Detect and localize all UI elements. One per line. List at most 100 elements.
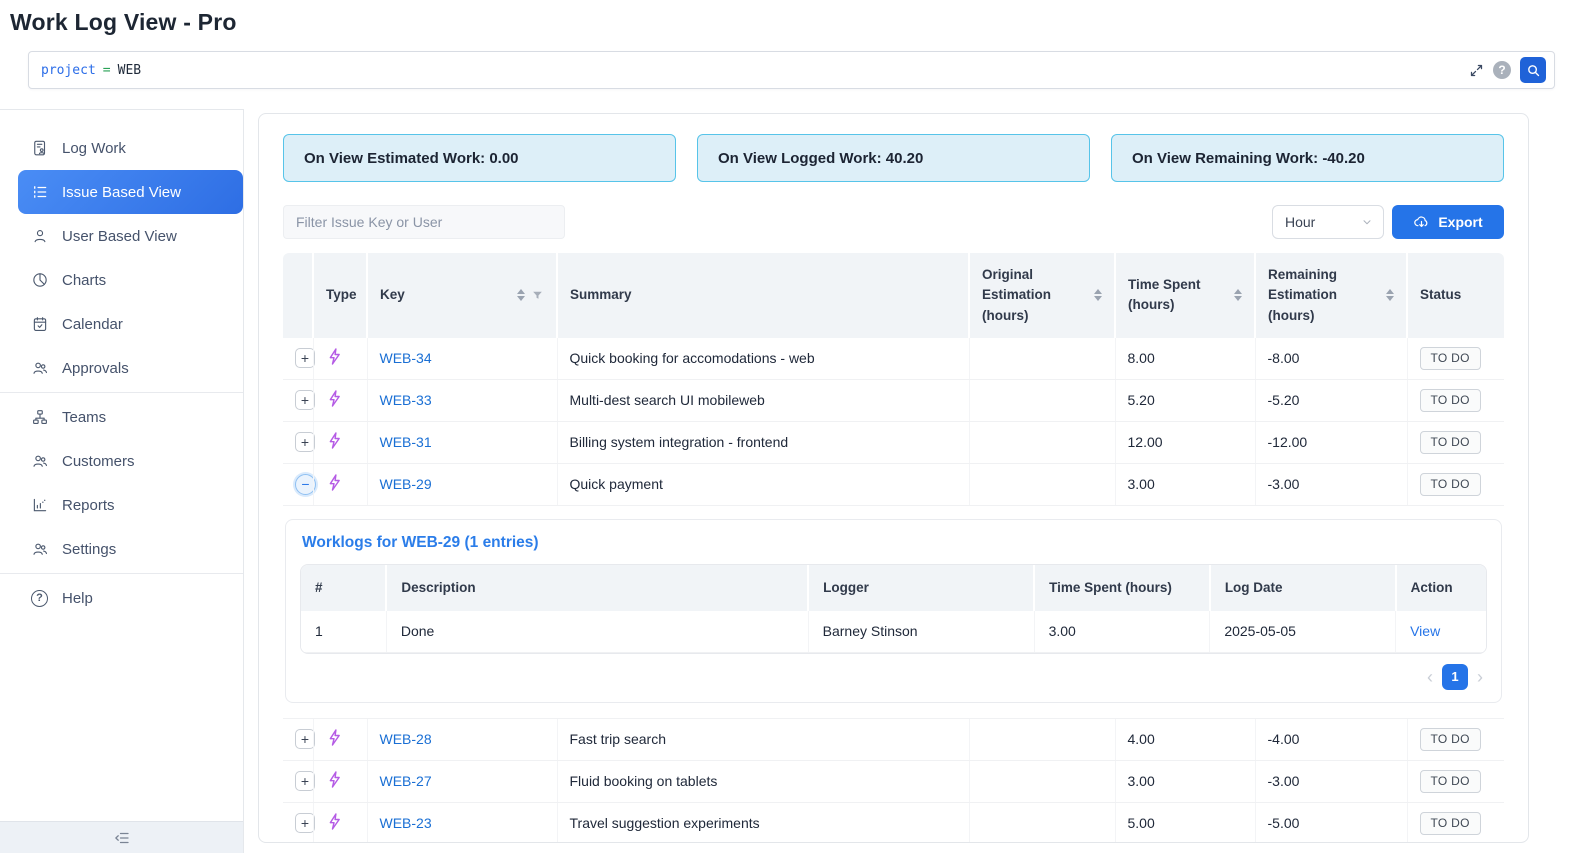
sidebar-item-teams[interactable]: Teams (0, 395, 243, 439)
issue-type-icon (326, 812, 345, 831)
issue-key-link[interactable]: WEB-27 (380, 773, 432, 789)
issue-key-link[interactable]: WEB-28 (380, 731, 432, 747)
expand-row-button[interactable]: + (295, 771, 315, 791)
remaining-work-card: On View Remaining Work: -40.20 (1111, 134, 1504, 182)
issue-key-link[interactable]: WEB-23 (380, 815, 432, 831)
remaining-estimation-column-header: Remaining Estimation (hours) (1255, 253, 1407, 338)
issue-type-icon (326, 473, 345, 492)
pagination-prev-icon[interactable]: ‹ (1427, 668, 1433, 686)
sidebar-item-label: Log Work (62, 140, 126, 157)
worklog-pagination: ‹ 1 › (300, 664, 1483, 690)
sidebar-item-calendar[interactable]: Calendar (0, 302, 243, 346)
worklog-row: 1 Done Barney Stinson 3.00 2025-05-05 Vi… (301, 611, 1486, 652)
issue-summary: Quick booking for accomodations - web (557, 338, 969, 380)
chevron-down-icon (1361, 216, 1373, 228)
expand-row-button[interactable]: + (295, 729, 315, 749)
jql-field-token: project (41, 63, 96, 78)
original-estimation-value (969, 421, 1115, 463)
key-sort-toggle[interactable] (517, 289, 525, 301)
sidebar-item-label: Charts (62, 272, 106, 289)
issue-key-link[interactable]: WEB-29 (380, 476, 432, 492)
expand-row-button[interactable]: + (295, 813, 315, 833)
search-button[interactable] (1520, 57, 1546, 83)
original-estimation-column-header: Original Estimation (hours) (969, 253, 1115, 338)
issue-row-expanded: − WEB-29 Quick payment 3.00 -3.00 TO DO (283, 463, 1504, 505)
jql-query-bar[interactable]: project = WEB ? (28, 51, 1555, 89)
issue-row: + WEB-31 Billing system integration - fr… (283, 421, 1504, 463)
search-icon (1526, 63, 1541, 78)
remaining-estimation-value: -12.00 (1255, 421, 1407, 463)
pagination-page-1[interactable]: 1 (1442, 664, 1468, 690)
original-estimation-value (969, 802, 1115, 843)
issue-type-icon (326, 728, 345, 747)
export-button[interactable]: Export (1392, 205, 1504, 239)
sidebar-item-issue-based-view[interactable]: Issue Based View (18, 170, 243, 214)
issue-summary: Fast trip search (557, 718, 969, 760)
status-badge: TO DO (1420, 812, 1481, 835)
status-badge: TO DO (1420, 347, 1481, 370)
sidebar-item-user-based-view[interactable]: User Based View (0, 214, 243, 258)
expand-query-button[interactable] (1469, 63, 1484, 78)
remaining-estimation-value: -3.00 (1255, 760, 1407, 802)
users-icon (30, 359, 49, 378)
sidebar-collapse-button[interactable] (0, 821, 243, 853)
query-help-icon[interactable]: ? (1493, 61, 1511, 79)
status-badge: TO DO (1420, 431, 1481, 454)
expand-row-button[interactable]: + (295, 348, 315, 368)
expand-row-button[interactable]: + (295, 390, 315, 410)
original-sort-toggle[interactable] (1094, 289, 1102, 301)
issue-key-link[interactable]: WEB-34 (380, 350, 432, 366)
issue-row: + WEB-34 Quick booking for accomodations… (283, 338, 1504, 380)
sidebar-item-label: Help (62, 590, 93, 607)
issue-table: Type Key (283, 253, 1504, 843)
sidebar-item-log-work[interactable]: Log Work (0, 126, 243, 170)
worklog-section-title: Worklogs for WEB-29 (1 entries) (302, 534, 1487, 552)
sidebar-item-settings[interactable]: Settings (0, 527, 243, 571)
jql-query-text[interactable]: project = WEB (41, 63, 141, 78)
issue-key-link[interactable]: WEB-33 (380, 392, 432, 408)
key-filter-icon[interactable] (531, 289, 544, 302)
worklog-description-column-header: Description (386, 565, 808, 611)
worklog-time-spent: 3.00 (1034, 611, 1210, 652)
time-spent-value: 3.00 (1115, 760, 1255, 802)
sort-asc-icon (1234, 289, 1242, 294)
remaining-sort-toggle[interactable] (1386, 289, 1394, 301)
worklog-section: Worklogs for WEB-29 (1 entries) (285, 519, 1502, 703)
pagination-next-icon[interactable]: › (1477, 668, 1483, 686)
page-title: Work Log View - Pro (10, 9, 1583, 36)
unit-select[interactable]: Hour (1272, 205, 1384, 239)
worklog-description: Done (386, 611, 808, 652)
worklog-date-column-header: Log Date (1210, 565, 1396, 611)
status-column-header: Status (1407, 253, 1504, 338)
filter-input[interactable] (283, 205, 565, 239)
sort-desc-icon (517, 296, 525, 301)
spent-sort-toggle[interactable] (1234, 289, 1242, 301)
worklog-expanded-row: Worklogs for WEB-29 (1 entries) (283, 505, 1504, 718)
sidebar-item-approvals[interactable]: Approvals (0, 346, 243, 390)
estimated-work-label: On View Estimated Work: 0.00 (304, 150, 519, 167)
time-spent-value: 5.00 (1115, 802, 1255, 843)
user-icon (30, 227, 49, 246)
sidebar-item-customers[interactable]: Customers (0, 439, 243, 483)
worklog-spent-column-header: Time Spent (hours) (1034, 565, 1210, 611)
worklog-view-link[interactable]: View (1410, 623, 1440, 639)
sidebar-item-charts[interactable]: Charts (0, 258, 243, 302)
key-column-header: Key (367, 253, 557, 338)
remaining-work-label: On View Remaining Work: -40.20 (1132, 150, 1365, 167)
issue-type-icon (326, 347, 345, 366)
worklog-table-header: # Description Logger Time Spent (hours) … (301, 565, 1486, 611)
remaining-estimation-value: -8.00 (1255, 338, 1407, 380)
remaining-estimation-value: -4.00 (1255, 718, 1407, 760)
expand-row-button[interactable]: + (295, 432, 315, 452)
issue-key-link[interactable]: WEB-31 (380, 434, 432, 450)
sort-desc-icon (1234, 296, 1242, 301)
issue-row: + WEB-23 Travel suggestion experiments 5… (283, 802, 1504, 843)
worklog-logger: Barney Stinson (808, 611, 1034, 652)
sidebar-divider (0, 573, 243, 574)
export-label: Export (1438, 214, 1482, 230)
issue-list-icon (30, 183, 49, 202)
issue-row: + WEB-27 Fluid booking on tablets 3.00 -… (283, 760, 1504, 802)
sidebar-item-help[interactable]: ? Help (0, 576, 243, 620)
sidebar-item-reports[interactable]: Reports (0, 483, 243, 527)
sidebar-item-label: Settings (62, 541, 116, 558)
